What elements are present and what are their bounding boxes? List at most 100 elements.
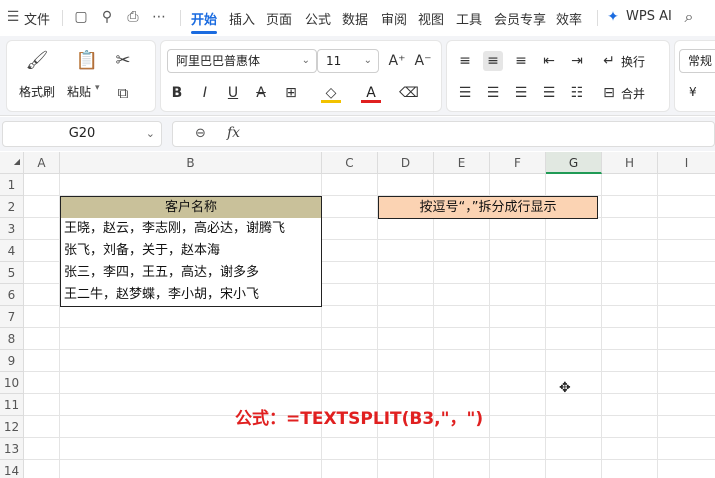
- bold-icon[interactable]: B: [167, 83, 187, 103]
- paste-icon[interactable]: 📋: [75, 49, 99, 73]
- tab-2[interactable]: 页面: [266, 9, 292, 28]
- save-icon[interactable]: ▢: [72, 8, 90, 26]
- formula-input[interactable]: ⊖ fx: [172, 121, 715, 147]
- fill-color-icon[interactable]: ◇: [321, 83, 341, 103]
- tab-0[interactable]: 开始: [191, 9, 217, 28]
- align-bottom-icon[interactable]: ≡: [511, 51, 531, 71]
- column-header-G[interactable]: G: [546, 152, 602, 174]
- font-name-select[interactable]: 阿里巴巴普惠体 ⌄: [167, 49, 317, 73]
- tab-4[interactable]: 数据: [342, 9, 368, 28]
- row-header-8[interactable]: 8: [0, 328, 24, 350]
- italic-icon[interactable]: I: [195, 83, 215, 103]
- wps-ai-button[interactable]: WPS AI: [626, 9, 672, 24]
- zoom-icon[interactable]: ⊖: [195, 126, 206, 141]
- clipboard-group: 🖌 格式刷 📋 粘贴 ▾ ✂ ⧉: [6, 40, 156, 112]
- number-format-value: 常规: [688, 54, 713, 68]
- cell-B6[interactable]: 王二牛，赵梦蝶，李小胡，宋小飞: [60, 284, 322, 307]
- align-middle-icon[interactable]: ≡: [483, 51, 503, 71]
- row-header-13[interactable]: 13: [0, 438, 24, 460]
- border-icon[interactable]: ⊞: [281, 83, 301, 103]
- format-painter-button[interactable]: 格式刷: [19, 83, 55, 100]
- copy-icon[interactable]: ⧉: [111, 81, 135, 105]
- underline-icon[interactable]: U: [223, 83, 243, 103]
- cut-icon[interactable]: ✂: [111, 49, 135, 73]
- gridline: [24, 393, 715, 394]
- gridline: [433, 174, 434, 478]
- align-top-icon[interactable]: ≡: [455, 51, 475, 71]
- tab-8[interactable]: 会员专享: [494, 9, 546, 28]
- ribbon: 🖌 格式刷 📋 粘贴 ▾ ✂ ⧉ 阿里巴巴普惠体 ⌄ 11 ⌄ A⁺ A⁻ B …: [0, 36, 715, 116]
- row-header-2[interactable]: 2: [0, 196, 24, 218]
- gridline: [601, 174, 602, 478]
- cell-D2[interactable]: 按逗号“，”拆分成行显示: [378, 196, 598, 219]
- row-header-4[interactable]: 4: [0, 240, 24, 262]
- tab-6[interactable]: 视图: [418, 9, 444, 28]
- gridline: [657, 174, 658, 478]
- justify-icon[interactable]: ☰: [539, 83, 559, 103]
- row-header-3[interactable]: 3: [0, 218, 24, 240]
- column-header-E[interactable]: E: [434, 152, 490, 174]
- tab-7[interactable]: 工具: [456, 9, 482, 28]
- indent-increase-icon[interactable]: ⇥: [567, 51, 587, 71]
- spreadsheet-grid[interactable]: ◢ A B C D E F G H I 1 2 3 4 5 6 7 8 9 10 11 12 13 14 客户名称 王晓，赵云，李…: [0, 152, 715, 478]
- column-header-H[interactable]: H: [602, 152, 658, 174]
- hamburger-icon[interactable]: ☰: [4, 8, 22, 26]
- search-icon[interactable]: ⌕: [680, 8, 698, 26]
- eraser-icon[interactable]: ⌫: [399, 83, 419, 103]
- wrap-button[interactable]: 换行: [621, 53, 645, 70]
- row-header-12[interactable]: 12: [0, 416, 24, 438]
- tab-3[interactable]: 公式: [305, 9, 331, 28]
- row-header-14[interactable]: 14: [0, 460, 24, 478]
- paste-button[interactable]: 粘贴: [67, 83, 91, 100]
- tab-5[interactable]: 审阅: [381, 9, 407, 28]
- fx-icon[interactable]: fx: [227, 125, 240, 141]
- print-icon[interactable]: ⎙: [124, 8, 142, 26]
- more-icon[interactable]: ⋯: [150, 8, 168, 26]
- align-center-icon[interactable]: ☰: [483, 83, 503, 103]
- row-header-11[interactable]: 11: [0, 394, 24, 416]
- name-box[interactable]: G20 ⌄: [2, 121, 162, 147]
- row-header-1[interactable]: 1: [0, 174, 24, 196]
- indent-decrease-icon[interactable]: ⇤: [539, 51, 559, 71]
- paste-dropdown-icon[interactable]: ▾: [95, 83, 100, 93]
- increase-font-icon[interactable]: A⁺: [387, 51, 407, 71]
- column-header-A[interactable]: A: [24, 152, 60, 174]
- merge-button[interactable]: 合并: [621, 85, 645, 102]
- file-menu[interactable]: 文件: [24, 9, 50, 28]
- row-header-7[interactable]: 7: [0, 306, 24, 328]
- tab-9[interactable]: 效率: [556, 9, 582, 28]
- format-painter-icon[interactable]: 🖌: [25, 49, 49, 73]
- font-size-select[interactable]: 11 ⌄: [317, 49, 379, 73]
- active-tab-indicator: [191, 31, 217, 34]
- row-header-9[interactable]: 9: [0, 350, 24, 372]
- merge-icon[interactable]: ⊟: [599, 83, 619, 103]
- cell-B2[interactable]: 客户名称: [60, 196, 322, 219]
- cell-B5[interactable]: 张三，李四，王五，高达，谢多多: [60, 262, 322, 285]
- chevron-down-icon[interactable]: ⌄: [146, 122, 155, 146]
- link-icon[interactable]: ⚲: [98, 8, 116, 26]
- column-header-C[interactable]: C: [322, 152, 378, 174]
- row-header-10[interactable]: 10: [0, 372, 24, 394]
- column-header-D[interactable]: D: [378, 152, 434, 174]
- distribute-icon[interactable]: ☷: [567, 83, 587, 103]
- currency-button[interactable]: ¥: [689, 85, 697, 99]
- font-color-icon[interactable]: A: [361, 83, 381, 103]
- wps-ai-icon[interactable]: ✦: [604, 8, 622, 26]
- column-header-B[interactable]: B: [60, 152, 322, 174]
- strikethrough-icon[interactable]: A: [251, 83, 271, 103]
- column-header-I[interactable]: I: [658, 152, 715, 174]
- cell-B3[interactable]: 王晓，赵云，李志刚，高必达，谢腾飞: [60, 218, 322, 241]
- font-size-value: 11: [326, 54, 342, 68]
- number-format-select[interactable]: 常规: [679, 49, 715, 73]
- align-left-icon[interactable]: ☰: [455, 83, 475, 103]
- align-right-icon[interactable]: ☰: [511, 83, 531, 103]
- column-header-F[interactable]: F: [490, 152, 546, 174]
- row-header-6[interactable]: 6: [0, 284, 24, 306]
- select-all-corner[interactable]: ◢: [0, 152, 24, 174]
- wrap-icon[interactable]: ↵: [599, 51, 619, 71]
- row-header-5[interactable]: 5: [0, 262, 24, 284]
- tab-1[interactable]: 插入: [229, 9, 255, 28]
- alignment-group: ≡ ≡ ≡ ⇤ ⇥ ↵ 换行 ☰ ☰ ☰ ☰ ☷ ⊟ 合并: [446, 40, 670, 112]
- decrease-font-icon[interactable]: A⁻: [413, 51, 433, 71]
- cell-B4[interactable]: 张飞，刘备，关于，赵本海: [60, 240, 322, 263]
